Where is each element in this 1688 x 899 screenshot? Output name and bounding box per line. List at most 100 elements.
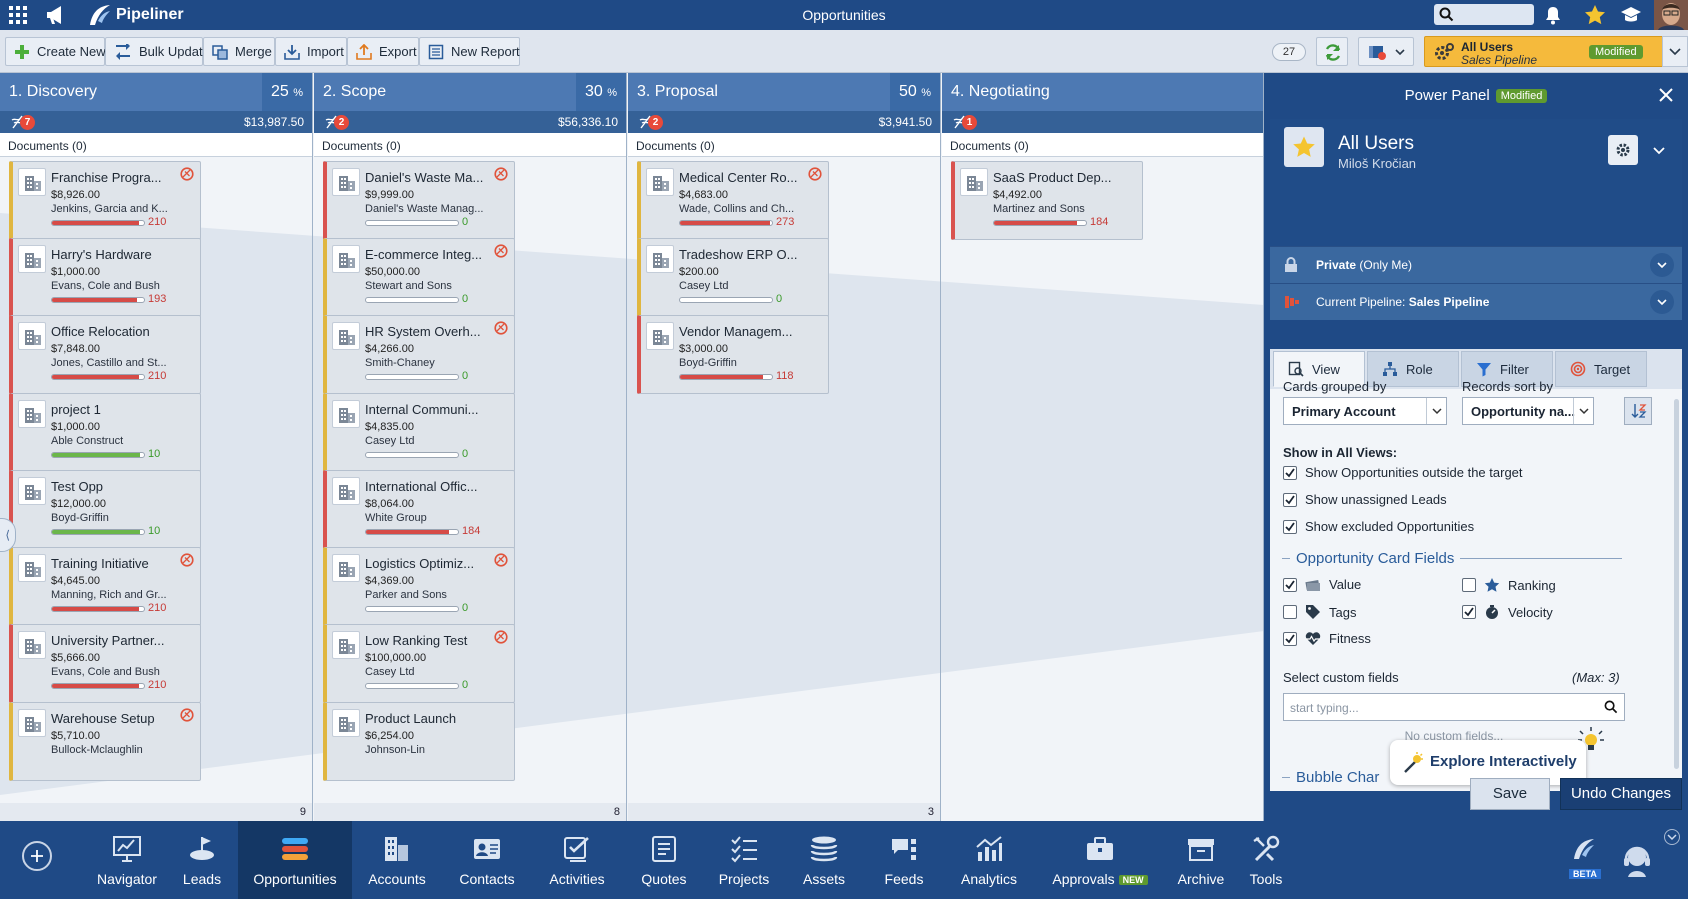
checkbox[interactable] xyxy=(1283,631,1297,646)
nav-item-approvals[interactable]: Approvals NEW xyxy=(1034,821,1166,899)
global-search[interactable] xyxy=(1434,4,1534,25)
opportunity-card[interactable]: Office Relocation $7,848.00 Jones, Casti… xyxy=(9,315,201,394)
pipeline-profile-selector[interactable]: All Users Sales Pipeline Modified xyxy=(1424,36,1664,67)
opportunity-card[interactable]: Test Opp $12,000.00 Boyd-Griffin 10 xyxy=(9,470,201,549)
gear-icon xyxy=(1616,143,1630,157)
view-mode-dropdown[interactable] xyxy=(1358,37,1414,66)
opportunity-card[interactable]: Logistics Optimiz... $4,369.00 Parker an… xyxy=(323,547,515,626)
create-new-button[interactable]: Create New xyxy=(5,37,106,66)
profile-menu-chevron-icon[interactable] xyxy=(1644,135,1674,165)
show-option-checkbox[interactable]: Show excluded Opportunities xyxy=(1283,519,1474,534)
undo-changes-button[interactable]: Undo Changes xyxy=(1560,778,1682,810)
nav-item-activities[interactable]: Activities xyxy=(532,821,622,899)
card-field-velocity[interactable]: Velocity xyxy=(1462,604,1553,620)
checkbox[interactable] xyxy=(1283,492,1297,507)
favorites-star-icon[interactable] xyxy=(1584,4,1606,25)
current-pipeline-row[interactable]: Current Pipeline: Sales Pipeline xyxy=(1270,283,1682,320)
tab-target[interactable]: Target xyxy=(1555,351,1647,387)
checkbox[interactable] xyxy=(1283,577,1297,592)
card-field-ranking[interactable]: Ranking xyxy=(1462,577,1556,593)
stage-header[interactable]: 1. Discovery 25 % xyxy=(0,73,312,111)
new-report-button[interactable]: New Report xyxy=(419,37,520,66)
headset-support-icon[interactable] xyxy=(1620,843,1654,877)
documents-link[interactable]: Documents (0) xyxy=(942,133,1263,157)
nav-item-projects[interactable]: Projects xyxy=(704,821,784,899)
export-button[interactable]: Export xyxy=(347,37,419,66)
stage-header[interactable]: 2. Scope 30 % xyxy=(314,73,626,111)
bulk-update-button[interactable]: Bulk Update xyxy=(105,37,210,66)
opportunity-card[interactable]: Tradeshow ERP O... $200.00 Casey Ltd 0 xyxy=(637,238,829,317)
custom-fields-input[interactable]: start typing... xyxy=(1283,693,1625,721)
opportunity-card[interactable]: HR System Overh... $4,266.00 Smith-Chane… xyxy=(323,315,515,394)
megaphone-icon[interactable] xyxy=(44,4,68,26)
opportunity-card[interactable]: University Partner... $5,666.00 Evans, C… xyxy=(9,624,201,703)
documents-link[interactable]: Documents (0) xyxy=(314,133,626,157)
opportunity-card[interactable]: Medical Center Ro... $4,683.00 Wade, Col… xyxy=(637,161,829,240)
stage-header[interactable]: 4. Negotiating xyxy=(942,73,1263,111)
close-icon[interactable] xyxy=(1658,87,1674,103)
checkbox[interactable] xyxy=(1462,605,1476,619)
merge-button[interactable]: Merge xyxy=(203,37,275,66)
pipeline-dropdown-toggle[interactable] xyxy=(1662,36,1688,67)
checkbox[interactable] xyxy=(1462,578,1476,592)
cards-grouped-select[interactable]: Primary Account xyxy=(1283,397,1447,425)
opportunity-card[interactable]: SaaS Product Dep... $4,492.00 Martinez a… xyxy=(951,161,1143,240)
documents-link[interactable]: Documents (0) xyxy=(628,133,940,157)
opportunity-card[interactable]: Product Launch $6,254.00 Johnson-Lin xyxy=(323,702,515,781)
nav-item-navigator[interactable]: Navigator xyxy=(82,821,172,899)
opportunity-card[interactable]: Franchise Progra... $8,926.00 Jenkins, G… xyxy=(9,161,201,240)
nav-item-tools[interactable]: Tools xyxy=(1236,821,1296,899)
card-field-value[interactable]: Value xyxy=(1283,577,1361,592)
academy-cap-icon[interactable] xyxy=(1620,5,1642,25)
nav-item-assets[interactable]: Assets xyxy=(784,821,864,899)
card-field-tags[interactable]: Tags xyxy=(1283,604,1356,620)
checkbox[interactable] xyxy=(1283,465,1297,480)
stage-card-count: 8 xyxy=(314,803,626,821)
show-option-checkbox[interactable]: Show unassigned Leads xyxy=(1283,492,1447,507)
privacy-chevron-icon[interactable] xyxy=(1650,253,1674,277)
nav-item-accounts[interactable]: Accounts xyxy=(352,821,442,899)
privacy-row[interactable]: Private (Only Me) xyxy=(1270,246,1682,283)
opportunity-card[interactable]: Low Ranking Test $100,000.00 Casey Ltd 0 xyxy=(323,624,515,703)
opportunity-card[interactable]: Warehouse Setup $5,710.00 Bullock-Mclaug… xyxy=(9,702,201,781)
nav-item-feeds[interactable]: Feeds xyxy=(864,821,944,899)
favorite-star-icon[interactable] xyxy=(1284,127,1324,167)
nav-item-analytics[interactable]: Analytics xyxy=(944,821,1034,899)
profile-settings-button[interactable] xyxy=(1608,135,1638,165)
documents-link[interactable]: Documents (0) xyxy=(0,133,312,157)
opportunity-card[interactable]: E-commerce Integ... $50,000.00 Stewart a… xyxy=(323,238,515,317)
import-button[interactable]: Import xyxy=(275,37,347,66)
opportunity-card[interactable]: Harry's Hardware $1,000.00 Evans, Cole a… xyxy=(9,238,201,317)
bell-icon[interactable] xyxy=(1544,5,1562,25)
opportunity-card[interactable]: project 1 $1,000.00 Able Construct 10 xyxy=(9,393,201,472)
save-button[interactable]: Save xyxy=(1470,778,1550,810)
add-circle-button[interactable] xyxy=(22,841,52,871)
opportunity-card[interactable]: Vendor Managem... $3,000.00 Boyd-Griffin… xyxy=(637,315,829,394)
opportunity-card[interactable]: Internal Communi... $4,835.00 Casey Ltd … xyxy=(323,393,515,472)
sort-direction-button[interactable] xyxy=(1624,397,1652,425)
refresh-button[interactable] xyxy=(1316,37,1348,66)
opportunity-card[interactable]: Training Initiative $4,645.00 Manning, R… xyxy=(9,547,201,626)
privacy-value: Private xyxy=(1316,258,1357,272)
opportunity-card[interactable]: International Offic... $8,064.00 White G… xyxy=(323,470,515,549)
power-panel-scrollbar[interactable] xyxy=(1674,399,1679,769)
nav-item-opportunities[interactable]: Opportunities xyxy=(238,821,352,899)
tab-role-label: Role xyxy=(1406,361,1433,377)
collapse-nav-chevron-icon[interactable] xyxy=(1664,829,1680,845)
show-option-checkbox[interactable]: Show Opportunities outside the target xyxy=(1283,465,1523,480)
nav-item-quotes[interactable]: Quotes xyxy=(624,821,704,899)
opportunity-card[interactable]: Daniel's Waste Ma... $9,999.00 Daniel's … xyxy=(323,161,515,240)
records-sort-select[interactable]: Opportunity na... xyxy=(1462,397,1594,425)
checkbox[interactable] xyxy=(1283,519,1297,534)
apps-grid-icon[interactable] xyxy=(8,5,28,25)
beta-feature-button[interactable]: BETA xyxy=(1566,833,1602,883)
pipeline-chevron-icon[interactable] xyxy=(1650,290,1674,314)
nav-item-leads[interactable]: Leads xyxy=(172,821,232,899)
checkbox[interactable] xyxy=(1283,605,1297,619)
nav-item-contacts[interactable]: Contacts xyxy=(442,821,532,899)
nav-item-archive[interactable]: Archive xyxy=(1166,821,1236,899)
stage-header[interactable]: 3. Proposal 50 % xyxy=(628,73,940,111)
user-avatar[interactable] xyxy=(1654,0,1688,30)
building-icon xyxy=(646,245,674,273)
card-field-fitness[interactable]: Fitness xyxy=(1283,631,1371,646)
